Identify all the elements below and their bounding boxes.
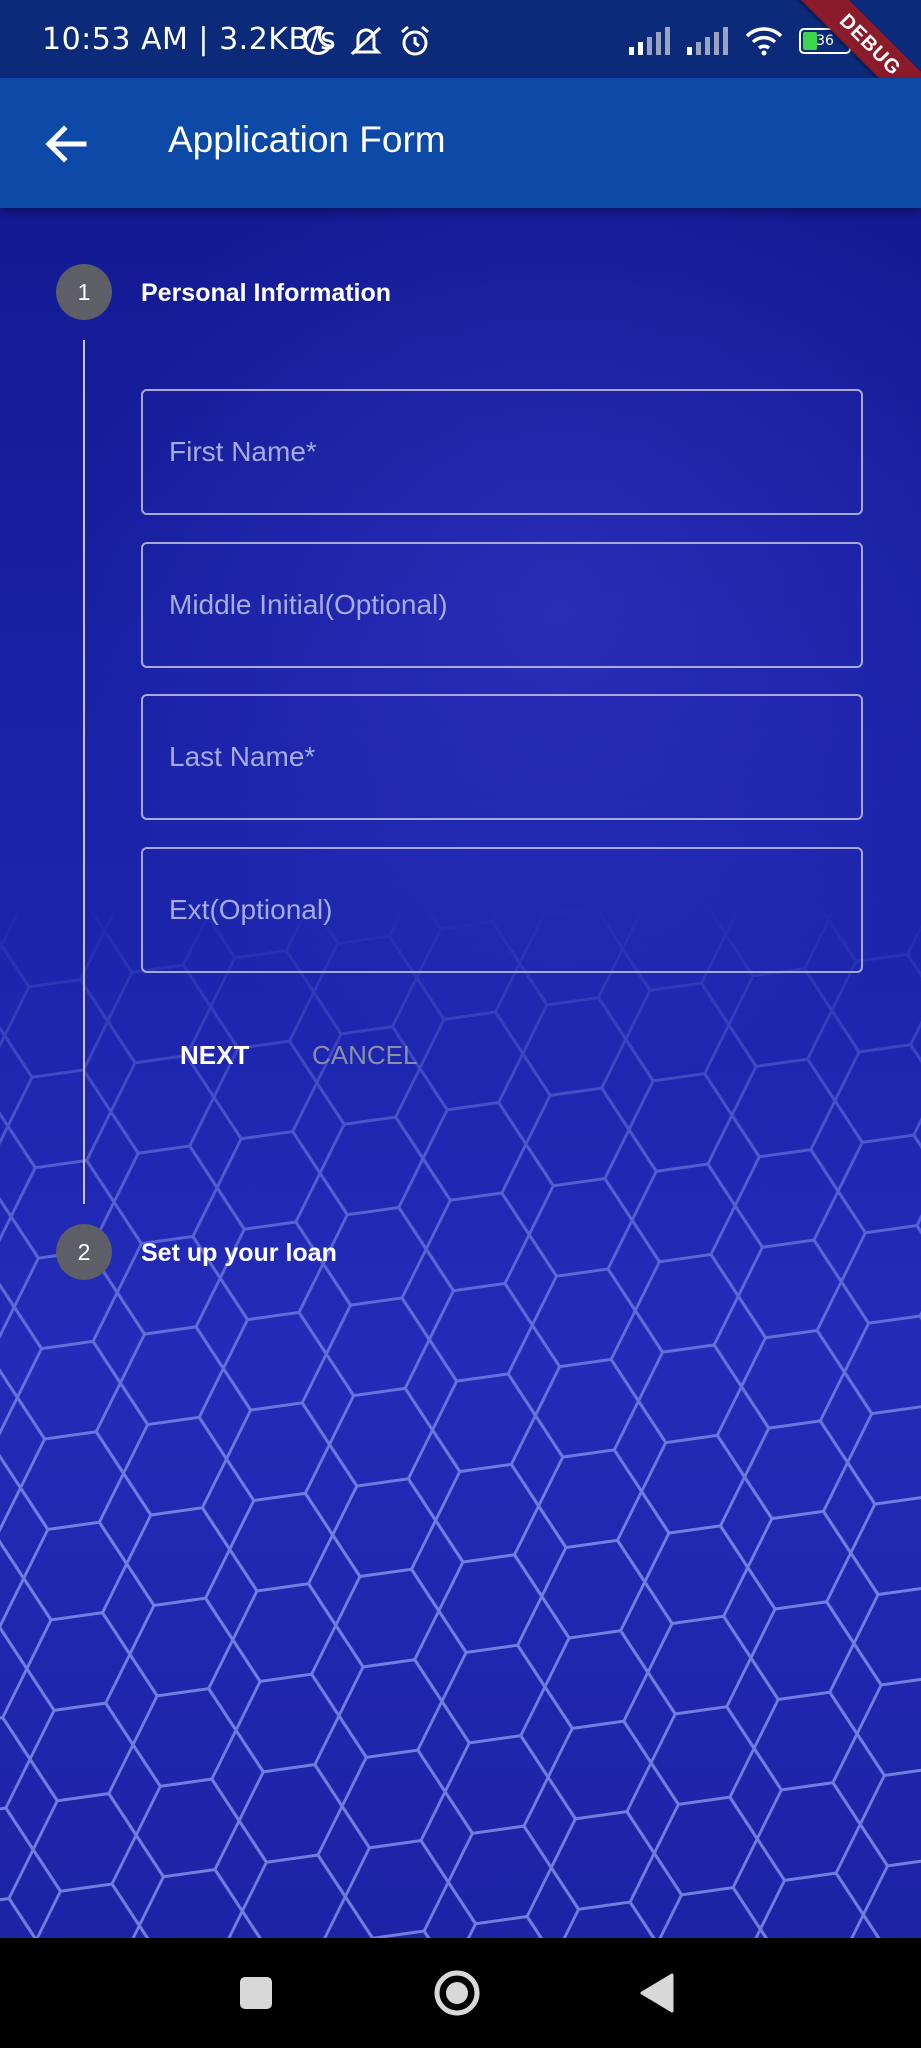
system-nav-bar bbox=[0, 1938, 921, 2048]
signal-icon bbox=[687, 27, 728, 55]
square-recents-icon bbox=[240, 1977, 272, 2009]
moon-icon bbox=[303, 25, 333, 55]
recents-button[interactable] bbox=[226, 1963, 286, 2023]
app-bar: Application Form bbox=[0, 78, 921, 208]
step-1-indicator[interactable]: 1 bbox=[56, 264, 112, 320]
middle-initial-field[interactable] bbox=[141, 542, 863, 668]
last-name-field[interactable] bbox=[141, 694, 863, 820]
step-2-indicator[interactable]: 2 bbox=[56, 1224, 112, 1280]
circle-home-icon bbox=[434, 1970, 480, 2016]
ext-input[interactable] bbox=[143, 849, 861, 971]
status-bar: 10:53 AM | 3.2KB/s 36 DEBUG bbox=[0, 0, 921, 125]
cancel-button[interactable]: CANCEL bbox=[312, 1040, 417, 1071]
step-1-title[interactable]: Personal Information bbox=[141, 279, 391, 308]
system-back-button[interactable] bbox=[627, 1963, 687, 2023]
last-name-input[interactable] bbox=[143, 696, 861, 818]
triangle-back-icon bbox=[640, 1973, 674, 2013]
status-notification-icons bbox=[300, 24, 432, 58]
battery-level: 36 bbox=[816, 33, 834, 49]
signal-icon bbox=[629, 27, 670, 55]
back-button[interactable] bbox=[36, 114, 96, 174]
mute-icon bbox=[350, 26, 382, 56]
page-title: Application Form bbox=[168, 119, 446, 160]
step-connector-line bbox=[83, 340, 85, 1204]
arrow-left-icon bbox=[45, 125, 87, 163]
step-2-title[interactable]: Set up your loan bbox=[141, 1239, 337, 1268]
wifi-icon bbox=[745, 27, 783, 56]
first-name-field[interactable] bbox=[141, 389, 863, 515]
first-name-input[interactable] bbox=[143, 391, 861, 513]
status-system-icons: 36 bbox=[629, 24, 855, 58]
next-button[interactable]: NEXT bbox=[180, 1040, 249, 1071]
hexagon-pattern bbox=[0, 900, 921, 1938]
home-button[interactable] bbox=[427, 1963, 487, 2023]
ext-field[interactable] bbox=[141, 847, 863, 973]
middle-initial-input[interactable] bbox=[143, 544, 861, 666]
alarm-icon bbox=[401, 25, 429, 56]
status-time: 10:53 AM | 3.2KB/s bbox=[42, 22, 337, 57]
screen: 10:53 AM | 3.2KB/s 36 DEBUG Application … bbox=[0, 0, 921, 2048]
